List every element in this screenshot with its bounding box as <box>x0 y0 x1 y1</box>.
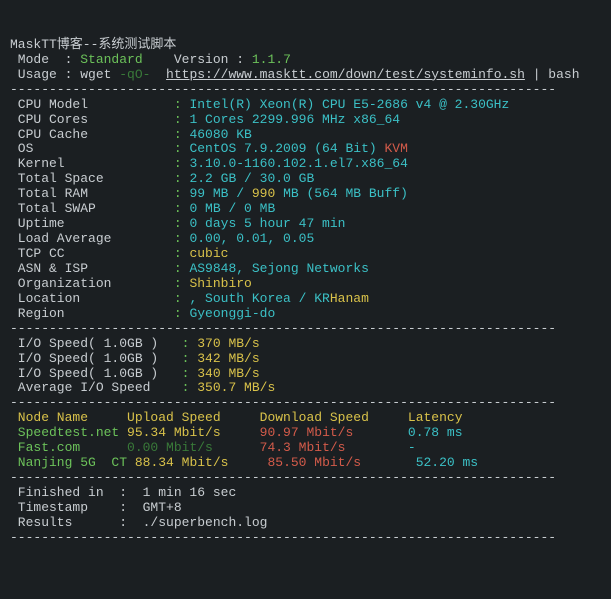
divider: ----------------------------------------… <box>10 321 556 336</box>
upload-speed: 95.34 Mbit/s <box>127 425 260 440</box>
info-value: CentOS 7.9.2009 (64 Bit) <box>189 141 384 156</box>
info-label: Load Average <box>10 231 166 246</box>
info-value: MB (564 MB Buff) <box>275 186 408 201</box>
info-value: Hanam <box>330 291 369 306</box>
info-label: CPU Cores <box>10 112 166 127</box>
info-value: 46080 KB <box>189 127 251 142</box>
info-value: 0.00, 0.01, 0.05 <box>189 231 314 246</box>
io-label: Average I/O Speed <box>10 380 166 395</box>
io-sep: : <box>166 336 197 351</box>
info-label: Location <box>10 291 166 306</box>
info-value: 2.2 GB / 30.0 GB <box>189 171 314 186</box>
upload-speed: 0.00 Mbit/s <box>127 440 260 455</box>
info-value: Shinbiro <box>189 276 251 291</box>
info-value: Gyeonggi-do <box>189 306 275 321</box>
col-upload: Upload Speed <box>127 410 260 425</box>
io-value: 370 MB/s <box>197 336 259 351</box>
info-sep: : <box>166 186 189 201</box>
io-sep: : <box>166 351 197 366</box>
col-download: Download Speed <box>260 410 408 425</box>
divider: ----------------------------------------… <box>10 82 556 97</box>
finished-label: Finished in : <box>10 485 143 500</box>
io-label: I/O Speed( 1.0GB ) <box>10 336 166 351</box>
info-value: , South Korea / KR <box>189 291 329 306</box>
col-node: Node Name <box>10 410 127 425</box>
divider: ----------------------------------------… <box>10 530 556 545</box>
mode-value: Standard <box>80 52 142 67</box>
upload-speed: 88.34 Mbit/s <box>135 455 268 470</box>
info-sep: : <box>166 291 189 306</box>
terminal-output: MaskTT博客--系统测试脚本 Mode : Standard Version… <box>10 38 601 546</box>
download-speed: 74.3 Mbit/s <box>260 440 408 455</box>
info-label: Total SWAP <box>10 201 166 216</box>
info-value: 3.10.0-1160.102.1.el7.x86_64 <box>189 156 407 171</box>
info-sep: : <box>166 276 189 291</box>
info-sep: : <box>166 261 189 276</box>
version-label: Version : <box>143 52 252 67</box>
info-value: 99 MB / <box>189 186 251 201</box>
latency: 52.20 ms <box>416 455 494 470</box>
latency: 0.78 ms <box>408 425 486 440</box>
info-sep: : <box>166 306 189 321</box>
info-sep: : <box>166 97 189 112</box>
io-value: 340 MB/s <box>197 366 259 381</box>
wget-flag: -qO- <box>119 67 150 82</box>
info-sep: : <box>166 201 189 216</box>
info-label: Region <box>10 306 166 321</box>
info-label: Kernel <box>10 156 166 171</box>
divider: ----------------------------------------… <box>10 470 556 485</box>
mode-label: Mode : <box>10 52 80 67</box>
info-sep: : <box>166 156 189 171</box>
info-label: Uptime <box>10 216 166 231</box>
script-url-link[interactable]: https://www.masktt.com/down/test/systemi… <box>166 67 525 82</box>
info-value: 1 Cores 2299.996 MHz x86_64 <box>189 112 400 127</box>
node-name: Nanjing 5G CT <box>10 455 127 470</box>
info-label: TCP CC <box>10 246 166 261</box>
divider: ----------------------------------------… <box>10 395 556 410</box>
io-label: I/O Speed( 1.0GB ) <box>10 351 166 366</box>
io-value: 350.7 MB/s <box>197 380 275 395</box>
page-title: MaskTT博客--系统测试脚本 <box>10 37 176 52</box>
finished-value: 1 min 16 sec <box>143 485 237 500</box>
usage-suffix: | bash <box>525 67 580 82</box>
timestamp-label: Timestamp : <box>10 500 143 515</box>
results-label: Results : <box>10 515 143 530</box>
info-label: CPU Model <box>10 97 166 112</box>
info-label: Total RAM <box>10 186 166 201</box>
timestamp-value: GMT+8 <box>143 500 182 515</box>
info-sep: : <box>166 112 189 127</box>
io-value: 342 MB/s <box>197 351 259 366</box>
info-label: ASN & ISP <box>10 261 166 276</box>
version-value: 1.1.7 <box>252 52 291 67</box>
results-value: ./superbench.log <box>143 515 268 530</box>
info-sep: : <box>166 231 189 246</box>
info-value: Intel(R) Xeon(R) CPU E5-2686 v4 @ 2.30GH… <box>189 97 509 112</box>
info-value: 0 days 5 hour 47 min <box>189 216 345 231</box>
info-label: OS <box>10 141 166 156</box>
info-value: 0 MB / 0 MB <box>189 201 275 216</box>
io-sep: : <box>166 380 197 395</box>
download-speed: 90.97 Mbit/s <box>260 425 408 440</box>
info-sep: : <box>166 141 189 156</box>
info-sep: : <box>166 171 189 186</box>
latency: - <box>408 440 486 455</box>
usage-label: Usage : wget <box>10 67 119 82</box>
info-sep: : <box>166 246 189 261</box>
info-sep: : <box>166 127 189 142</box>
node-name: Fast.com <box>10 440 127 455</box>
info-label: Organization <box>10 276 166 291</box>
node-name: Speedtest.net <box>10 425 127 440</box>
info-value: AS9848, Sejong Networks <box>189 261 368 276</box>
info-sep: : <box>166 216 189 231</box>
col-latency: Latency <box>408 410 486 425</box>
info-label: CPU Cache <box>10 127 166 142</box>
io-sep: : <box>166 366 197 381</box>
download-speed: 85.50 Mbit/s <box>267 455 415 470</box>
info-label: Total Space <box>10 171 166 186</box>
io-label: I/O Speed( 1.0GB ) <box>10 366 166 381</box>
info-value: cubic <box>189 246 228 261</box>
info-value: 990 <box>252 186 275 201</box>
info-value: KVM <box>384 141 407 156</box>
